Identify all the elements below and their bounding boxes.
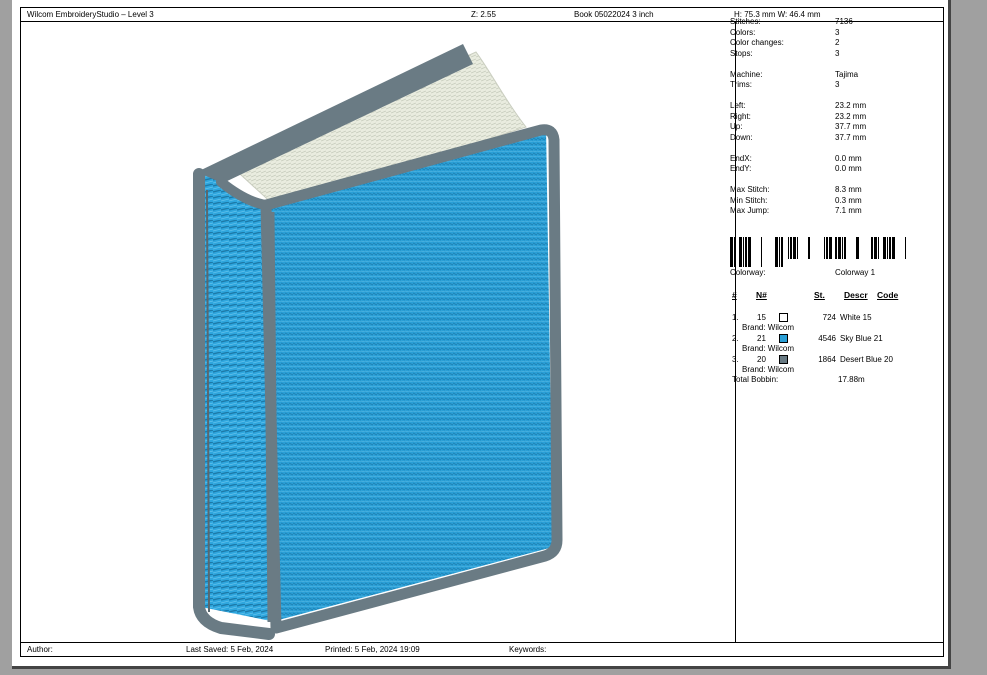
col-code: Code [877,290,899,300]
stat-label: Colors: [730,27,756,37]
sheet-footer: Author: Last Saved: 5 Feb, 2024 Printed:… [21,642,943,656]
stats-spacer [730,143,930,154]
thread-color-swatch [779,313,788,322]
thread-number: 21 [757,334,766,343]
footer-keywords: Keywords: [509,645,547,654]
thread-brand: Brand: Wilcom [742,344,795,353]
thread-index: 2. [732,334,739,343]
col-descr: Descr [844,290,868,300]
stat-row: Max Stitch: 8.3 mm [730,185,930,196]
colorway-row: Colorway: Colorway 1 [730,268,930,279]
stat-row: Min Stitch: 0.3 mm [730,196,930,207]
stat-label: Max Jump: [730,206,770,215]
stat-value: 3 [835,48,840,58]
thread-brand: Brand: Wilcom [742,365,795,374]
thread-stitches: 724 [822,313,836,322]
thread-index: 3. [732,355,739,364]
stat-value: 7136 [835,17,853,26]
footer-printed: Printed: 5 Feb, 2024 19:09 [325,645,420,654]
stat-value: 2 [835,38,840,47]
thread-description: Sky Blue 21 [840,334,883,343]
stat-label: Down: [730,132,753,142]
thread-description: White 15 [840,313,872,322]
col-thread-no: N# [756,290,767,300]
stat-value: 23.2 mm [835,101,867,110]
stat-row: Up: 37.7 mm [730,122,930,133]
stat-value: 0.3 mm [835,195,862,205]
stat-label: Up: [730,122,743,131]
stat-value: 23.2 mm [835,111,867,121]
total-bobbin-value: 17.88m [838,375,865,384]
stat-label: EndX: [730,153,752,163]
thread-table-header: # N# St. Descr Code [730,290,930,302]
stat-label: Stitches: [730,17,761,26]
stat-row: Left: 23.2 mm [730,101,930,112]
design-name: Book 05022024 3 inch [574,10,654,19]
thread-index: 1. [732,313,739,322]
stats-spacer [730,59,930,70]
thread-number: 20 [757,355,766,364]
stat-label: EndY: [730,164,752,173]
stat-value: 3 [835,80,840,89]
total-bobbin-label: Total Bobbin: [732,375,779,384]
book-cover [261,127,553,622]
print-preview-sheet: Wilcom EmbroideryStudio – Level 3 Z: 2.5… [12,0,951,669]
stat-row: Max Jump: 7.1 mm [730,206,930,217]
barcode-image [730,237,917,267]
stat-label: Left: [730,101,746,110]
footer-author: Author: [27,645,53,654]
total-bobbin-row: Total Bobbin: 17.88m [730,375,930,386]
stat-label: Stops: [730,48,753,58]
barcode-icon [730,237,906,267]
stat-row: EndY: 0.0 mm [730,164,930,175]
footer-last-saved: Last Saved: 5 Feb, 2024 [186,645,274,654]
thread-description: Desert Blue 20 [840,355,893,364]
thread-stitches: 4546 [818,334,836,343]
stat-label: Min Stitch: [730,195,768,205]
thread-color-swatch [779,334,788,343]
thread-number: 15 [757,313,766,322]
stat-row: Down: 37.7 mm [730,133,930,144]
stat-value: 3 [835,27,840,37]
stat-value: 0.0 mm [835,164,862,173]
stat-value: 8.3 mm [835,185,862,194]
stat-row: Color changes: 2 [730,38,930,49]
stat-label: Machine: [730,69,763,79]
colorway-value: Colorway 1 [835,268,876,277]
app-title: Wilcom EmbroideryStudio – Level 3 [27,10,154,19]
stat-label: Max Stitch: [730,185,770,194]
stat-row: Right: 23.2 mm [730,112,930,123]
thread-row: 2. 21 4546 Sky Blue 21 Brand: Wilcom [730,334,930,356]
book-embroidery-design [193,44,563,640]
stat-row: Colors: 3 [730,28,930,39]
stat-row: Trims: 3 [730,80,930,91]
design-preview [21,22,735,642]
stat-value: Tajima [835,69,859,79]
stat-value: 7.1 mm [835,206,862,215]
stat-label: Trims: [730,80,752,89]
thread-brand: Brand: Wilcom [742,323,795,332]
stats-spacer [730,175,930,186]
col-stitches: St. [814,290,825,300]
stats-spacer [730,91,930,102]
thread-stitches: 1864 [818,355,836,364]
stat-label: Color changes: [730,38,784,47]
stat-label: Right: [730,111,751,121]
zoom-level: Z: 2.55 [471,10,496,19]
stat-row: EndX: 0.0 mm [730,154,930,165]
col-number: # [732,290,737,300]
thread-row: 1. 15 724 White 15 Brand: Wilcom [730,313,930,335]
stat-value: 37.7 mm [835,132,867,142]
stat-row: Stitches: 7136 [730,17,930,28]
thread-color-swatch [779,355,788,364]
stat-row: Machine: Tajima [730,70,930,81]
design-info-panel: Stitches: 7136 Colors: 3 Color changes: 2 Stop… [730,17,930,217]
stat-value: 0.0 mm [835,153,862,163]
stat-value: 37.7 mm [835,122,867,131]
stat-row: Stops: 3 [730,49,930,60]
thread-row: 3. 20 1864 Desert Blue 20 Brand: Wilcom [730,355,930,377]
colorway-label: Colorway: [730,268,766,277]
spine-right-line [263,211,279,623]
